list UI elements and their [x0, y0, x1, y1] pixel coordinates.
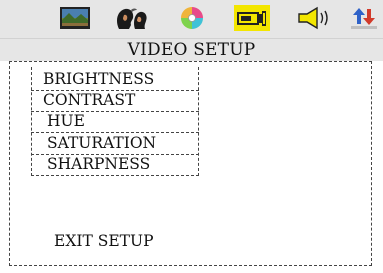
- setup-tab-bar: [0, 0, 383, 38]
- tab-general-setup[interactable]: [59, 5, 91, 31]
- menu-item-brightness[interactable]: BRIGHTNESS: [31, 70, 199, 91]
- tab-preference-setup[interactable]: [350, 5, 378, 31]
- menu-item-label: HUE: [47, 112, 85, 130]
- menu-item-label: SATURATION: [47, 134, 157, 152]
- tv-picture-icon: [60, 7, 90, 29]
- tab-language-setup[interactable]: [113, 5, 149, 31]
- tab-video-setup[interactable]: [234, 5, 270, 31]
- menu-item-contrast[interactable]: CONTRAST: [31, 91, 199, 112]
- speaker-icon: [298, 6, 328, 30]
- menu-item-label: SHARPNESS: [47, 155, 151, 173]
- projector-icon: [237, 11, 266, 26]
- disc-icon: [181, 7, 203, 29]
- menu-item-label: CONTRAST: [43, 91, 136, 109]
- arrows-icon: [351, 8, 377, 29]
- faces-icon: [117, 8, 147, 29]
- exit-setup-button[interactable]: EXIT SETUP: [54, 232, 154, 250]
- page-title: VIDEO SETUP: [0, 38, 383, 61]
- menu-item-hue[interactable]: HUE: [31, 112, 199, 133]
- tab-speaker-setup[interactable]: [296, 5, 332, 31]
- menu-item-sharpness[interactable]: SHARPNESS: [31, 155, 199, 176]
- menu-item-label: BRIGHTNESS: [43, 70, 155, 88]
- menu-item-saturation[interactable]: SATURATION: [31, 134, 199, 155]
- tab-disc-setup[interactable]: [178, 5, 206, 31]
